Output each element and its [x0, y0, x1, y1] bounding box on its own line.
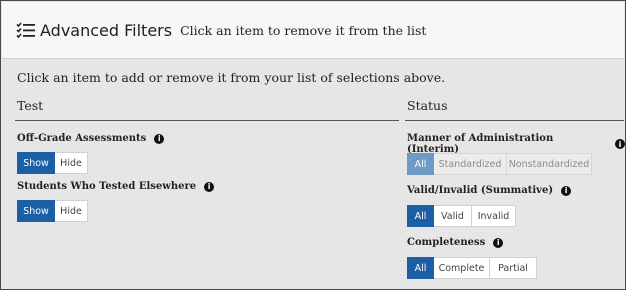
valid-invalid-toggle: All Valid Invalid: [407, 205, 516, 227]
manner-of-administration-label: Manner of Administration (Interim) i: [407, 133, 625, 155]
info-icon[interactable]: i: [561, 185, 572, 196]
info-icon[interactable]: i: [154, 133, 165, 144]
info-icon[interactable]: i: [493, 237, 504, 248]
filter-label-text: Valid/Invalid (Summative): [407, 185, 554, 196]
partial-button[interactable]: Partial: [490, 257, 537, 279]
advanced-filters-header: Advanced Filters Click an item to remove…: [2, 2, 624, 59]
status-column-divider: [405, 120, 624, 121]
show-button[interactable]: Show: [17, 152, 55, 174]
info-icon[interactable]: i: [204, 181, 215, 192]
off-grade-assessments-label: Off-Grade Assessments i: [17, 133, 165, 144]
test-column-divider: [15, 120, 399, 121]
intro-text: Click an item to add or remove it from y…: [17, 70, 446, 85]
students-tested-elsewhere-label: Students Who Tested Elsewhere i: [17, 181, 215, 192]
hide-button[interactable]: Hide: [55, 152, 88, 174]
students-tested-elsewhere-toggle: Show Hide: [17, 200, 88, 222]
test-column-title: Test: [17, 98, 44, 113]
all-button[interactable]: All: [407, 205, 434, 227]
all-button[interactable]: All: [407, 257, 434, 279]
show-button[interactable]: Show: [17, 200, 55, 222]
off-grade-assessments-toggle: Show Hide: [17, 152, 88, 174]
manner-of-administration-toggle: All Standardized Nonstandardized: [407, 153, 592, 175]
all-button[interactable]: All: [407, 153, 434, 175]
info-icon[interactable]: i: [615, 139, 625, 149]
invalid-button[interactable]: Invalid: [472, 205, 516, 227]
valid-invalid-label: Valid/Invalid (Summative) i: [407, 185, 572, 196]
standardized-button[interactable]: Standardized: [434, 153, 507, 175]
complete-button[interactable]: Complete: [434, 257, 490, 279]
nonstandardized-button[interactable]: Nonstandardized: [507, 153, 592, 175]
hide-button[interactable]: Hide: [55, 200, 88, 222]
header-subtitle: Click an item to remove it from the list: [180, 22, 427, 38]
checklist-icon: [16, 22, 35, 38]
page-title: Advanced Filters: [40, 20, 173, 40]
valid-button[interactable]: Valid: [434, 205, 472, 227]
filter-label-text: Completeness: [407, 237, 486, 248]
status-column-title: Status: [407, 98, 448, 113]
completeness-toggle: All Complete Partial: [407, 257, 537, 279]
filter-label-text: Students Who Tested Elsewhere: [17, 181, 197, 192]
filter-label-text: Off-Grade Assessments: [17, 133, 147, 144]
filter-label-text: Manner of Administration (Interim): [407, 133, 554, 155]
completeness-label: Completeness i: [407, 237, 504, 248]
